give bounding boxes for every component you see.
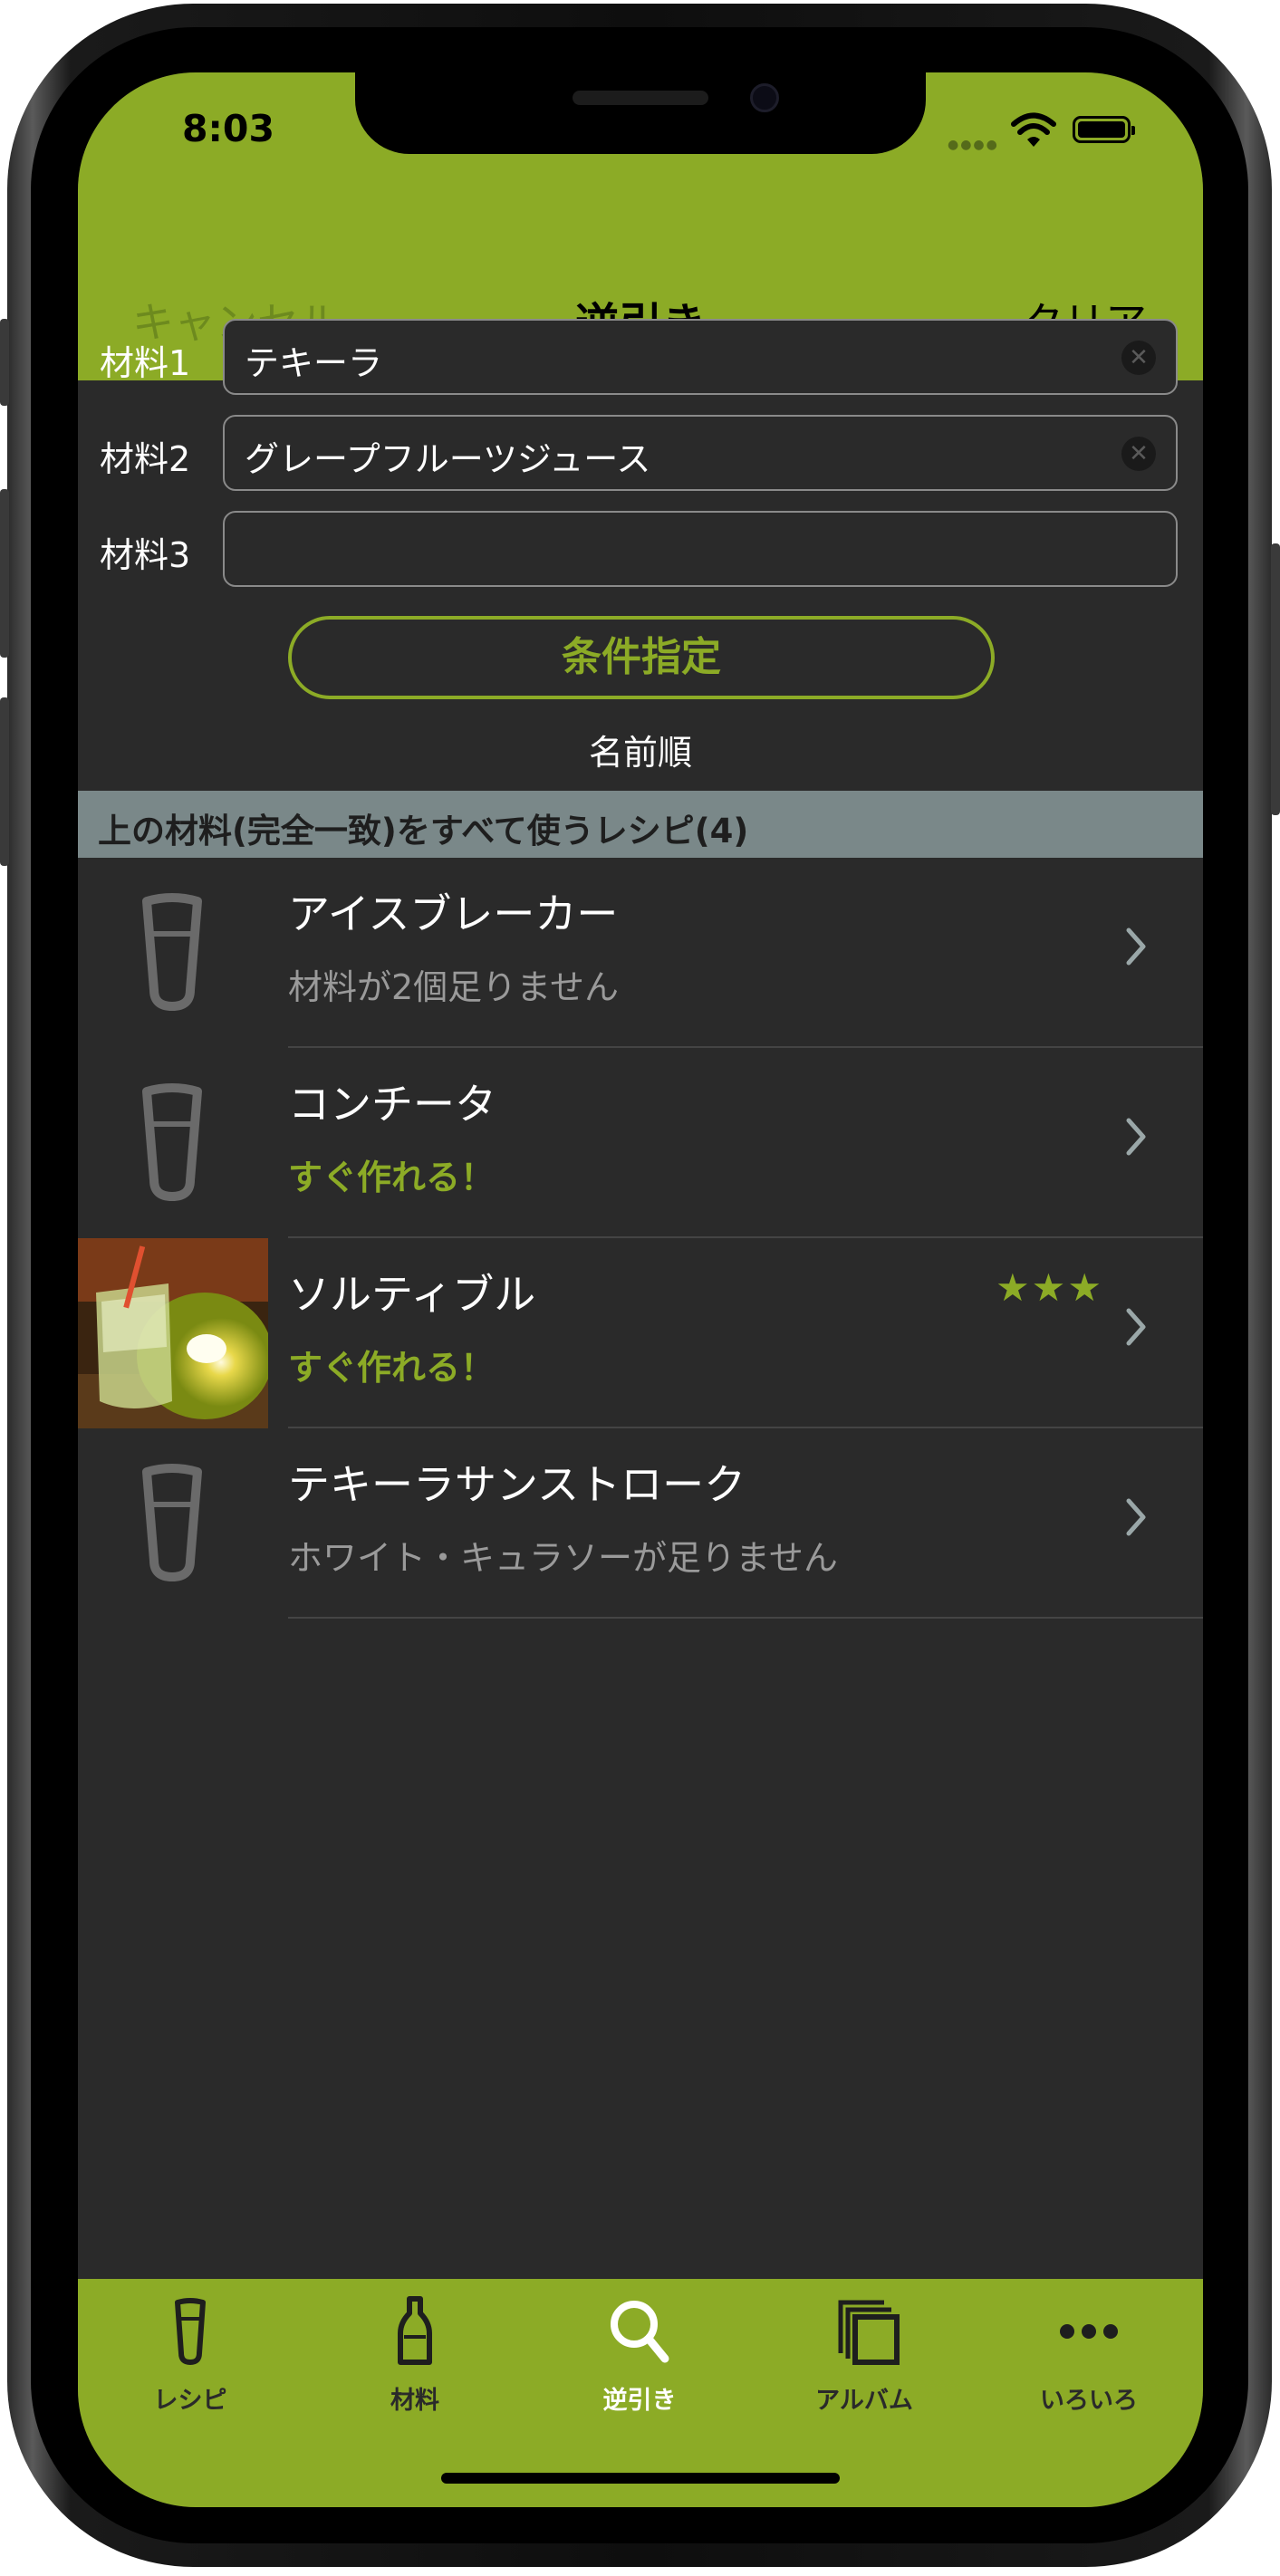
tab-label: いろいろ <box>1040 2387 1138 2415</box>
tab-label: 逆引き <box>602 2387 677 2415</box>
ingredient-row-2: 材料2 グレープフルーツジュース ✕ <box>78 415 1203 493</box>
volume-up-button <box>0 489 9 658</box>
album-icon <box>838 2300 900 2365</box>
sort-order-label[interactable]: 名前順 <box>78 725 1203 774</box>
recipe-title: ソルティブル <box>288 1270 536 1319</box>
mute-switch <box>0 319 9 406</box>
power-button <box>1271 543 1280 815</box>
ingredient-field-2[interactable]: グレープフルーツジュース ✕ <box>223 415 1178 491</box>
tab-label: アルバム <box>815 2387 913 2415</box>
ingredient-label-1: 材料1 <box>100 343 191 383</box>
recipe-status: 材料が2個足りません <box>288 967 620 1007</box>
ingredient-field-1[interactable]: テキーラ ✕ <box>223 319 1178 395</box>
clear-field-icon[interactable]: ✕ <box>1121 437 1156 471</box>
ingredient-row-1: 材料1 テキーラ ✕ <box>78 319 1203 397</box>
recipe-title: アイスブレーカー <box>288 889 619 938</box>
signal-icon: ●●●● <box>948 138 999 152</box>
tab-ingredients[interactable]: 材料 <box>303 2279 527 2424</box>
ingredient-row-3: 材料3 <box>78 511 1203 589</box>
tab-more[interactable]: いろいろ <box>977 2279 1201 2424</box>
notch <box>355 72 926 154</box>
ingredient-label-2: 材料2 <box>100 439 191 479</box>
app-screen: 8:03 ●●●● キャンセル 逆引き クリア 材料1 テキーラ ✕ 材料2 グ… <box>78 72 1203 2507</box>
bottle-icon <box>398 2296 432 2365</box>
clear-field-icon[interactable]: ✕ <box>1121 341 1156 375</box>
more-icon <box>1060 2324 1118 2339</box>
glass-icon <box>175 2298 206 2365</box>
tab-reverse-search[interactable]: 逆引き <box>527 2279 752 2424</box>
search-icon <box>611 2301 669 2363</box>
ingredient-label-3: 材料3 <box>100 535 191 575</box>
ingredient-field-3[interactable] <box>223 511 1178 587</box>
status-time: 8:03 <box>182 107 274 150</box>
chevron-right-icon <box>1126 1308 1146 1346</box>
cocktail-photo <box>78 1238 268 1428</box>
recipe-row[interactable]: アイスブレーカー 材料が2個足りません <box>78 858 1203 1048</box>
recipe-status: ホワイト・キュラソーが足りません <box>288 1538 838 1578</box>
ingredient-value-1[interactable]: テキーラ <box>245 335 382 385</box>
recipe-title: テキーラサンストローク <box>288 1460 746 1509</box>
recipe-status: すぐ作れる！ <box>288 1348 496 1388</box>
glass-icon <box>142 1083 202 1201</box>
ingredient-value-2[interactable]: グレープフルーツジュース <box>245 431 650 481</box>
battery-icon <box>1073 116 1135 143</box>
tab-recipes[interactable]: レシピ <box>78 2279 303 2424</box>
recipe-row[interactable]: ソルティブル ★★★ すぐ作れる！ <box>78 1238 1203 1428</box>
tab-label: 材料 <box>390 2387 439 2415</box>
rating-stars: ★★★ <box>996 1265 1103 1310</box>
section-header: 上の材料(完全一致)をすべて使うレシピ(4) <box>78 791 1203 858</box>
chevron-right-icon <box>1126 1118 1146 1156</box>
front-camera <box>750 83 779 112</box>
home-indicator[interactable] <box>441 2473 840 2484</box>
chevron-right-icon <box>1126 1498 1146 1536</box>
glass-icon <box>142 1464 202 1581</box>
chevron-right-icon <box>1126 928 1146 966</box>
tab-label: レシピ <box>153 2387 227 2415</box>
wifi-icon <box>1011 112 1056 147</box>
condition-button[interactable]: 条件指定 <box>288 616 995 699</box>
recipe-status: すぐ作れる！ <box>288 1158 496 1197</box>
recipe-title: コンチータ <box>288 1080 496 1129</box>
tab-album[interactable]: アルバム <box>752 2279 977 2424</box>
recipe-row[interactable]: コンチータ すぐ作れる！ <box>78 1048 1203 1238</box>
speaker-grille <box>573 91 708 105</box>
row-divider <box>288 1617 1203 1619</box>
volume-down-button <box>0 697 9 866</box>
recipe-row[interactable]: テキーラサンストローク ホワイト・キュラソーが足りません <box>78 1428 1203 1619</box>
glass-icon <box>142 893 202 1011</box>
section-header-title: 上の材料(完全一致)をすべて使うレシピ(4) <box>98 812 749 851</box>
